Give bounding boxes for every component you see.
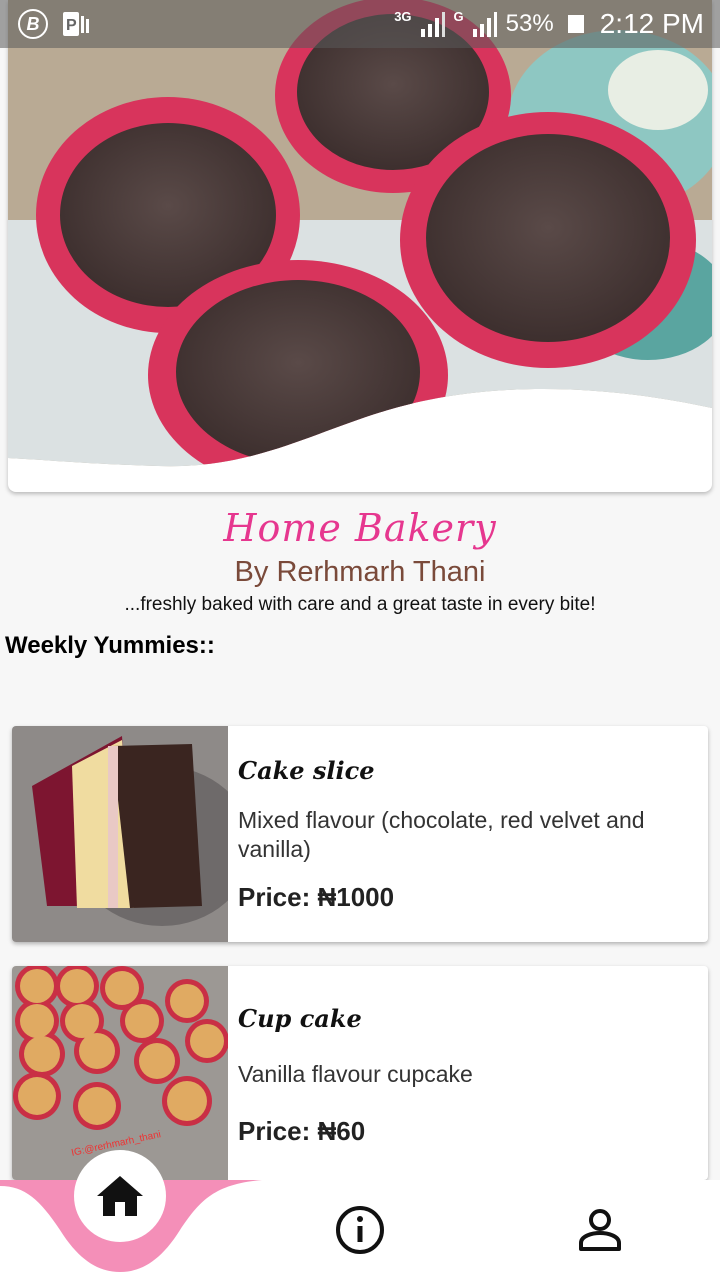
app-b-icon: B [18, 9, 48, 39]
network-type-1: 3G [394, 8, 412, 24]
parking-icon: P [63, 12, 89, 36]
title-area: Home Bakery By Rerhmarh Thani ...freshly… [0, 504, 720, 618]
product-name: Cup cake [238, 1004, 362, 1033]
owner-subtitle: By Rerhmarh Thani [234, 556, 486, 588]
product-price: Price: ₦60 [238, 1116, 366, 1146]
home-button[interactable] [74, 1150, 166, 1242]
bottom-navigation [0, 1150, 720, 1280]
signal-icon [472, 12, 497, 37]
product-description: Mixed flavour (chocolate, red velvet and… [238, 807, 645, 862]
cake-slice-image [12, 726, 228, 942]
profile-icon [579, 1209, 621, 1251]
network-type-2: G [453, 8, 464, 24]
cupcakes-image: IG:@rerhmarh_thani [12, 966, 228, 1180]
home-icon [97, 1176, 143, 1216]
product-description: Vanilla flavour cupcake [238, 1061, 473, 1087]
battery-percent: 53% [505, 10, 554, 37]
svg-text:P: P [66, 17, 77, 34]
brand-title: Home Bakery [223, 506, 497, 550]
info-button[interactable] [334, 1204, 386, 1256]
signal-icon [420, 12, 445, 37]
hero-cupcakes-image [8, 0, 712, 467]
clock: 2:12 PM [599, 8, 704, 39]
info-icon [336, 1206, 384, 1254]
section-title: Weekly Yummies:: [5, 632, 215, 659]
status-bar: B P 3G G 53% 2:12 PM [0, 0, 720, 48]
product-price: Price: ₦1000 [238, 882, 395, 912]
battery-icon [567, 15, 584, 33]
tagline: ...freshly baked with care and a great t… [124, 594, 596, 615]
product-name: Cake slice [238, 756, 375, 785]
profile-button[interactable] [574, 1204, 626, 1256]
hero-card [8, 0, 712, 492]
product-card-cake-slice[interactable]: Cake slice Mixed flavour (chocolate, red… [12, 726, 708, 942]
product-card-cup-cake[interactable]: IG:@rerhmarh_thani Cup cake Vanilla flav… [12, 966, 708, 1180]
